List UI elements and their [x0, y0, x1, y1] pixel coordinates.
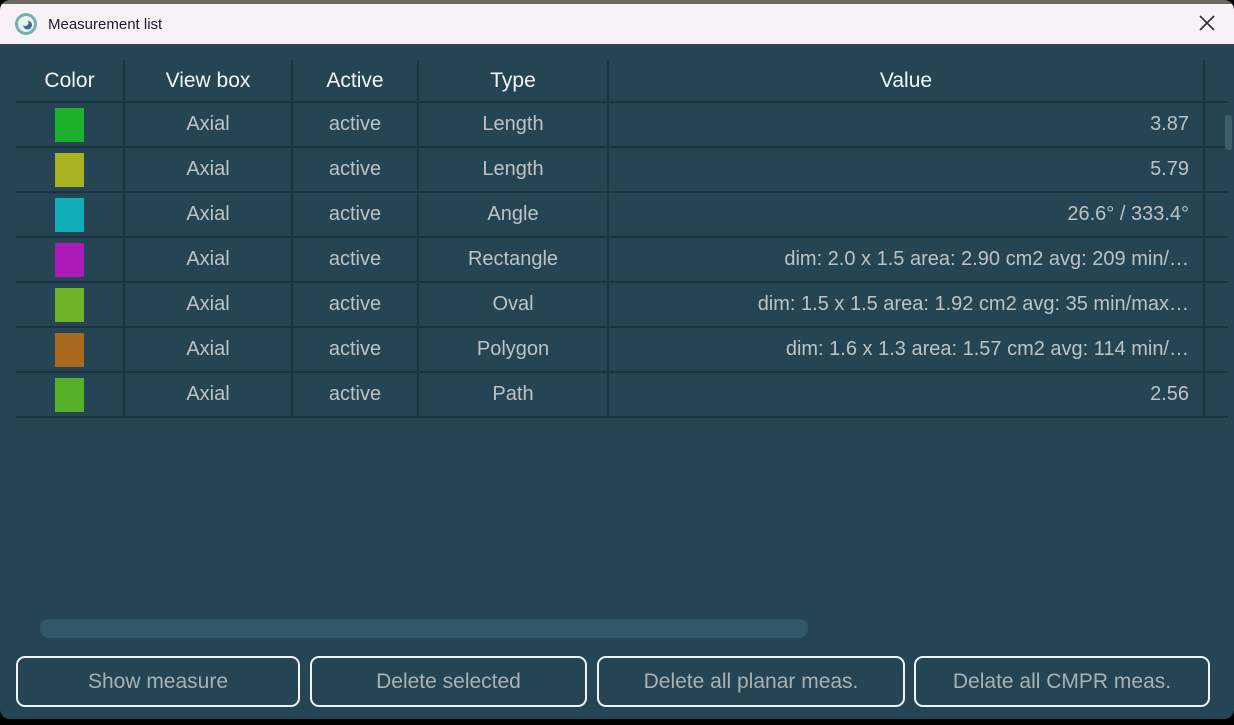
table-row[interactable]: Axial active Oval dim: 1.5 x 1.5 area: 1…: [16, 283, 1228, 328]
horizontal-scrollbar-thumb[interactable]: [40, 619, 808, 638]
button-row: Show measure Delete selected Delete all …: [0, 656, 1234, 707]
color-cell: [16, 103, 125, 148]
value-cell: dim: 1.5 x 1.5 area: 1.92 cm2 avg: 35 mi…: [609, 283, 1205, 328]
color-swatch: [55, 333, 84, 367]
table-header-row: Color View box Active Type Value: [16, 60, 1228, 103]
type-cell: Length: [419, 103, 609, 148]
table-row[interactable]: Axial active Polygon dim: 1.6 x 1.3 area…: [16, 328, 1228, 373]
vertical-scrollbar-thumb[interactable]: [1225, 115, 1232, 150]
filler-cell: [1205, 373, 1228, 418]
viewbox-cell: Axial: [125, 373, 293, 418]
value-cell: 2.56: [609, 373, 1205, 418]
viewbox-cell: Axial: [125, 283, 293, 328]
type-cell: Angle: [419, 193, 609, 238]
delete-selected-button[interactable]: Delete selected: [310, 656, 587, 707]
measurement-list-dialog: Measurement list Color View box Active T…: [0, 0, 1234, 719]
header-view-box: View box: [125, 60, 293, 103]
table-row[interactable]: Axial active Rectangle dim: 2.0 x 1.5 ar…: [16, 238, 1228, 283]
title-bar[interactable]: Measurement list: [0, 4, 1234, 44]
viewbox-cell: Axial: [125, 103, 293, 148]
color-swatch: [55, 243, 84, 277]
measurement-table: Color View box Active Type Value Axial a…: [16, 60, 1228, 418]
filler-cell: [1205, 193, 1228, 238]
header-color: Color: [16, 60, 125, 103]
color-cell: [16, 373, 125, 418]
active-cell: active: [293, 103, 419, 148]
color-swatch: [55, 153, 84, 187]
active-cell: active: [293, 283, 419, 328]
type-cell: Length: [419, 148, 609, 193]
header-type: Type: [419, 60, 609, 103]
type-cell: Polygon: [419, 328, 609, 373]
viewbox-cell: Axial: [125, 148, 293, 193]
close-button[interactable]: [1188, 7, 1226, 41]
viewbox-cell: Axial: [125, 193, 293, 238]
active-cell: active: [293, 238, 419, 283]
color-cell: [16, 148, 125, 193]
header-filler: [1205, 60, 1228, 103]
table-row[interactable]: Axial active Length 5.79: [16, 148, 1228, 193]
type-cell: Oval: [419, 283, 609, 328]
value-cell: 5.79: [609, 148, 1205, 193]
delete-all-planar-button[interactable]: Delete all planar meas.: [597, 656, 905, 707]
delete-all-cmpr-button[interactable]: Delate all CMPR meas.: [914, 656, 1210, 707]
window-title: Measurement list: [48, 16, 162, 33]
color-cell: [16, 193, 125, 238]
table-row[interactable]: Axial active Path 2.56: [16, 373, 1228, 418]
filler-cell: [1205, 238, 1228, 283]
color-swatch: [55, 108, 84, 142]
filler-cell: [1205, 328, 1228, 373]
header-active: Active: [293, 60, 419, 103]
close-icon: [1198, 14, 1216, 35]
app-logo-icon: [14, 12, 38, 36]
value-cell: dim: 1.6 x 1.3 area: 1.57 cm2 avg: 114 m…: [609, 328, 1205, 373]
table-row[interactable]: Axial active Length 3.87: [16, 103, 1228, 148]
active-cell: active: [293, 193, 419, 238]
viewbox-cell: Axial: [125, 238, 293, 283]
color-cell: [16, 238, 125, 283]
value-cell: dim: 2.0 x 1.5 area: 2.90 cm2 avg: 209 m…: [609, 238, 1205, 283]
viewbox-cell: Axial: [125, 328, 293, 373]
dialog-body: Color View box Active Type Value Axial a…: [0, 44, 1234, 719]
header-value: Value: [609, 60, 1205, 103]
active-cell: active: [293, 148, 419, 193]
type-cell: Rectangle: [419, 238, 609, 283]
value-cell: 3.87: [609, 103, 1205, 148]
filler-cell: [1205, 148, 1228, 193]
color-cell: [16, 328, 125, 373]
type-cell: Path: [419, 373, 609, 418]
active-cell: active: [293, 328, 419, 373]
value-cell: 26.6° / 333.4°: [609, 193, 1205, 238]
color-swatch: [55, 378, 84, 412]
color-swatch: [55, 288, 84, 322]
show-measure-button[interactable]: Show measure: [16, 656, 300, 707]
color-cell: [16, 283, 125, 328]
active-cell: active: [293, 373, 419, 418]
table-row[interactable]: Axial active Angle 26.6° / 333.4°: [16, 193, 1228, 238]
color-swatch: [55, 198, 84, 232]
filler-cell: [1205, 283, 1228, 328]
